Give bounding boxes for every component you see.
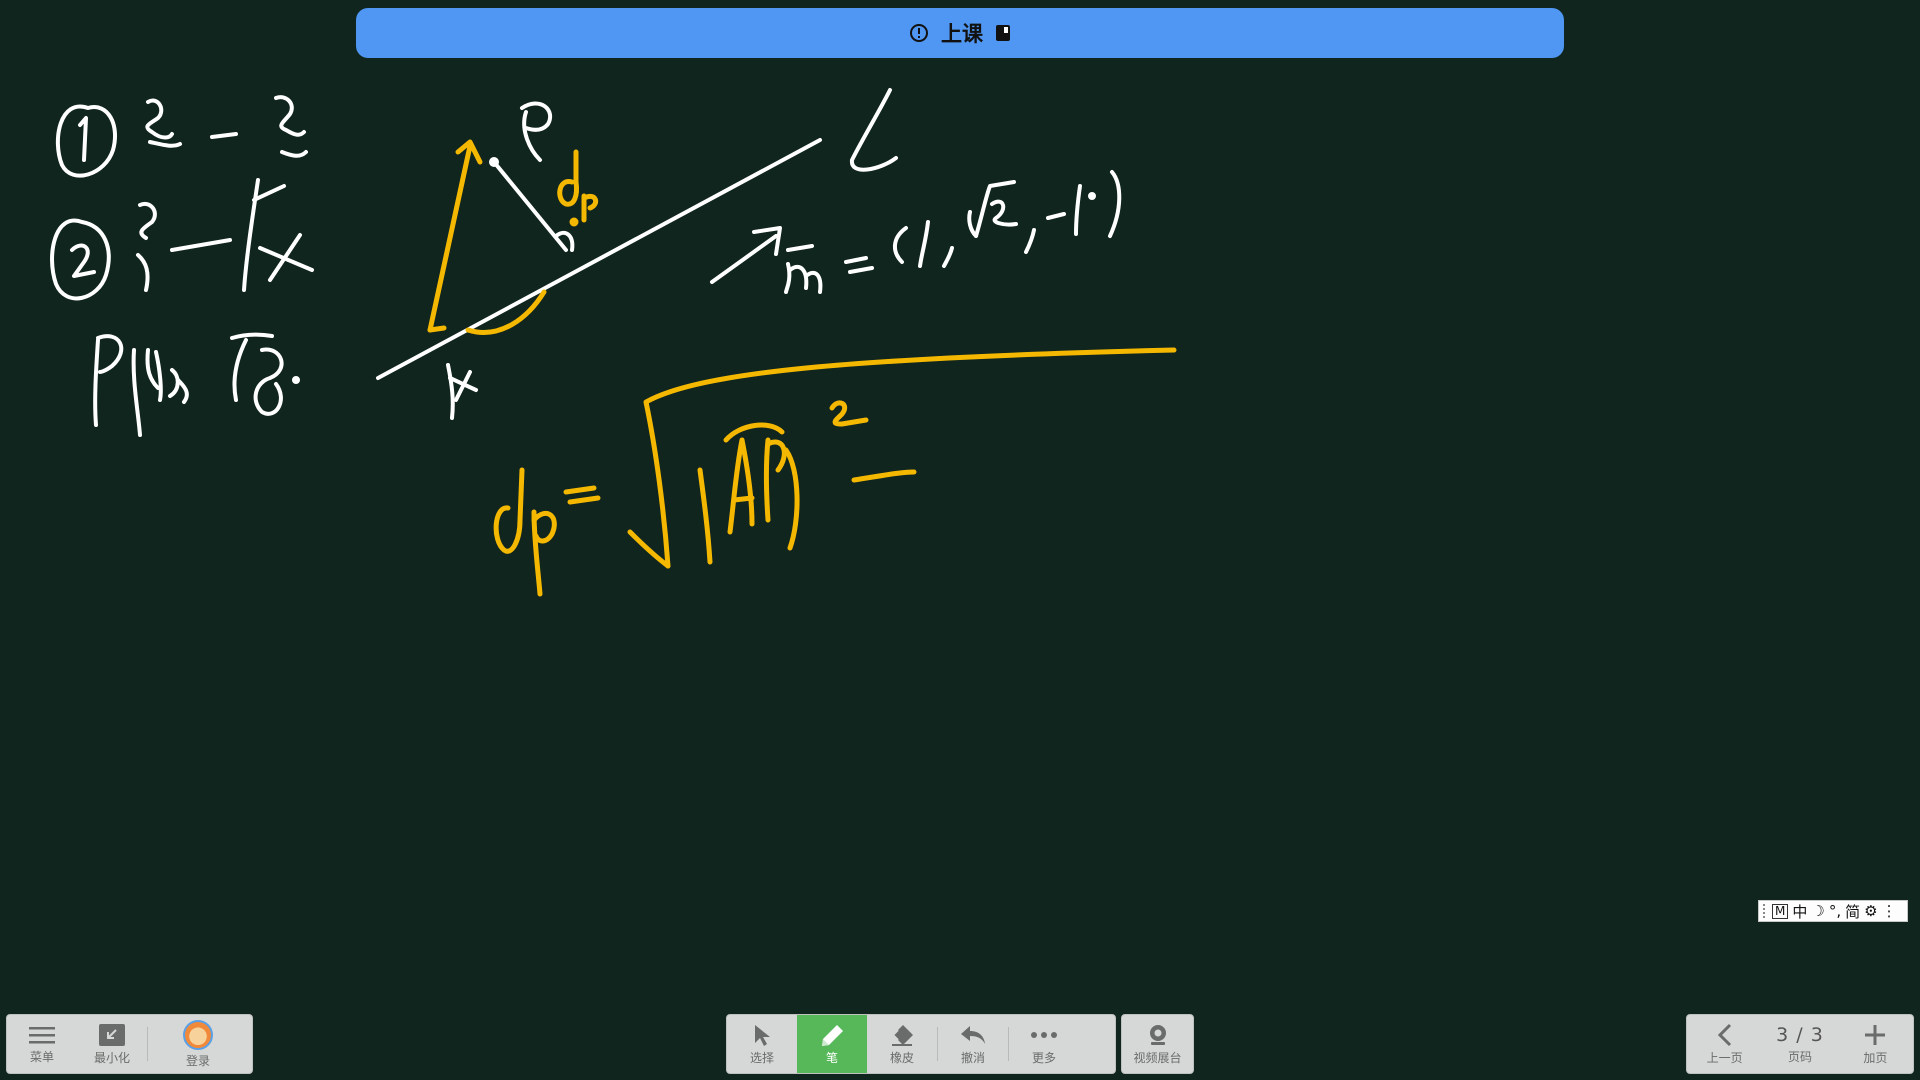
- select-tool[interactable]: 选择: [727, 1015, 797, 1073]
- more-label: 更多: [1031, 1051, 1056, 1065]
- prev-page-button[interactable]: 上一页: [1687, 1015, 1762, 1073]
- minimize-button[interactable]: 最小化: [77, 1015, 147, 1073]
- page-number-value: 3 / 3: [1776, 1024, 1824, 1046]
- more-icon[interactable]: ⋮: [1882, 902, 1897, 920]
- video-booth-button[interactable]: 视频展台: [1122, 1015, 1193, 1073]
- undo-button[interactable]: 撤消: [938, 1015, 1008, 1073]
- drag-handle[interactable]: [1763, 904, 1768, 918]
- page-number-label: 页码: [1787, 1050, 1812, 1064]
- pen-tool[interactable]: 笔: [797, 1015, 867, 1073]
- page-toolbar: 上一页 3 / 3 页码 加页: [1686, 1014, 1914, 1074]
- camera-toolbar: 视频展台: [1121, 1014, 1194, 1074]
- whiteboard-canvas[interactable]: 上课 M 中 ☽ °, 简 ⚙ ⋮ 菜单 最小化 登录 选择 笔 橡皮 撤消 更…: [0, 0, 1920, 1080]
- page-number[interactable]: 3 / 3 页码: [1762, 1015, 1837, 1073]
- avatar: [183, 1020, 213, 1050]
- more-button[interactable]: 更多: [1009, 1015, 1079, 1073]
- minimize-label: 最小化: [93, 1051, 130, 1065]
- webcam-icon: [1149, 1025, 1166, 1045]
- login-button[interactable]: 登录: [148, 1015, 248, 1073]
- ime-punct-toggle[interactable]: °,: [1829, 902, 1841, 920]
- undo-label: 撤消: [960, 1051, 985, 1065]
- menu-icon: [29, 1027, 55, 1044]
- more-dots-icon: [1031, 1032, 1057, 1038]
- ime-script-toggle[interactable]: 简: [1845, 901, 1860, 922]
- add-page-button[interactable]: 加页: [1838, 1015, 1913, 1073]
- ime-moon-icon[interactable]: ☽: [1811, 902, 1824, 920]
- video-booth-label: 视频展台: [1133, 1051, 1182, 1065]
- eraser-tool[interactable]: 橡皮: [867, 1015, 937, 1073]
- login-label: 登录: [185, 1054, 210, 1068]
- minimize-icon: [99, 1024, 125, 1046]
- select-label: 选择: [749, 1051, 774, 1065]
- undo-icon: [961, 1026, 985, 1044]
- ime-language-toggle[interactable]: 中: [1792, 901, 1807, 922]
- handwriting-ink: [50, 88, 1177, 597]
- cursor-arrow-icon: [755, 1025, 770, 1046]
- chevron-left-icon: [1717, 1023, 1731, 1047]
- prev-page-label: 上一页: [1706, 1051, 1743, 1065]
- menu-label: 菜单: [29, 1050, 54, 1064]
- drawing-toolbar: 选择 笔 橡皮 撤消 更多: [726, 1014, 1116, 1074]
- gear-icon[interactable]: ⚙: [1864, 902, 1877, 920]
- pen-label: 笔: [825, 1051, 838, 1065]
- ime-mode-icon[interactable]: M: [1772, 903, 1789, 919]
- menu-button[interactable]: 菜单: [7, 1015, 77, 1073]
- left-toolbar: 菜单 最小化 登录: [6, 1014, 253, 1074]
- add-page-label: 加页: [1863, 1051, 1888, 1065]
- eraser-icon: [891, 1025, 913, 1046]
- ime-status-bar[interactable]: M 中 ☽ °, 简 ⚙ ⋮: [1758, 900, 1908, 922]
- plus-icon: [1865, 1025, 1886, 1045]
- eraser-label: 橡皮: [889, 1051, 914, 1065]
- pen-icon: [822, 1025, 843, 1046]
